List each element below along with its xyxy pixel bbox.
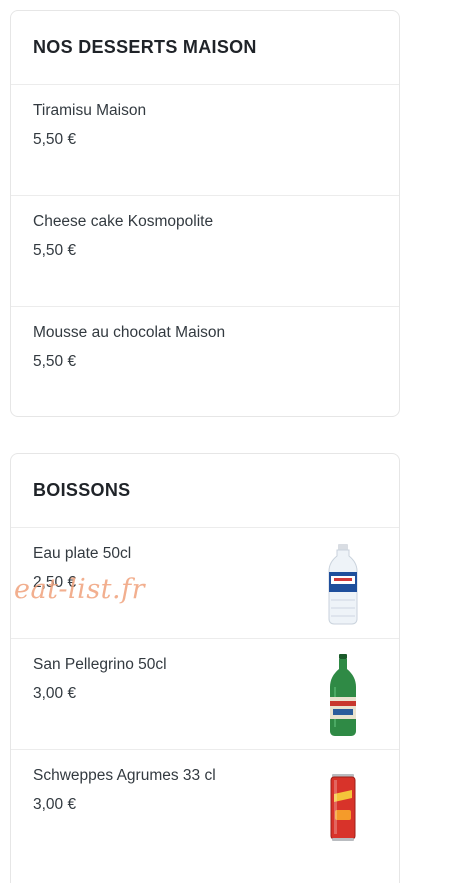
item-price: 5,50 € [33, 353, 77, 370]
section-title: BOISSONS [33, 480, 131, 500]
menu-item-tiramisu[interactable]: Tiramisu Maison 5,50 € [11, 85, 399, 196]
menu-item-mousse-chocolat[interactable]: Mousse au chocolat Maison 5,50 € [11, 307, 399, 416]
drinks-header: BOISSONS [11, 454, 399, 528]
section-title: NOS DESSERTS MAISON [33, 37, 257, 57]
green-bottle-icon [330, 654, 356, 736]
menu-item-eau-plate[interactable]: Eau plate 50cl 2,50 € [11, 528, 399, 639]
menu-item-cheese-cake[interactable]: Cheese cake Kosmopolite 5,50 € [11, 196, 399, 307]
item-name: Mousse au chocolat Maison [33, 324, 226, 341]
item-price: 5,50 € [33, 131, 77, 148]
drinks-section: BOISSONS Eau plate 50cl 2,50 € San Pelle… [10, 453, 400, 883]
menu-item-san-pellegrino[interactable]: San Pellegrino 50cl 3,00 € [11, 639, 399, 750]
item-name: Cheese cake Kosmopolite [33, 213, 214, 230]
soda-can-icon [330, 774, 356, 841]
menu-item-schweppes[interactable]: Schweppes Agrumes 33 cl 3,00 € [11, 750, 399, 861]
desserts-header: NOS DESSERTS MAISON [11, 11, 399, 85]
item-name: Tiramisu Maison [33, 102, 147, 119]
desserts-section: NOS DESSERTS MAISON Tiramisu Maison 5,50… [10, 10, 400, 417]
water-bottle-icon [328, 544, 358, 625]
item-price: 5,50 € [33, 242, 77, 259]
